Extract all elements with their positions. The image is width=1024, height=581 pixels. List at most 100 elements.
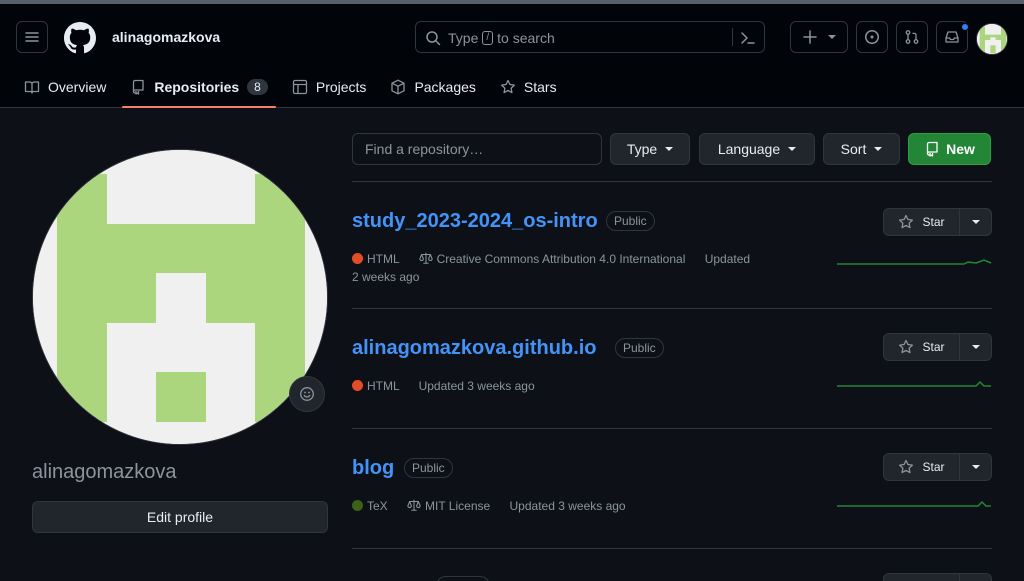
activity-sparkline — [837, 380, 991, 387]
star-label: Star — [922, 340, 945, 354]
visibility-badge-partial — [436, 576, 490, 581]
repo-language: HTML — [367, 379, 400, 393]
new-repository-label: New — [946, 141, 975, 157]
new-repository-button[interactable]: New — [908, 133, 991, 165]
repo-icon — [133, 79, 145, 95]
star-list-dropdown[interactable] — [960, 574, 991, 581]
star-icon — [899, 459, 914, 474]
set-status-button[interactable] — [289, 376, 325, 412]
repo-license: Creative Commons Attribution 4.0 Interna… — [418, 252, 686, 266]
list-divider — [352, 308, 992, 309]
header-username[interactable]: alinagomazkova — [112, 29, 220, 45]
profile-tabs: Overview Repositories 8 Projects Package… — [16, 70, 573, 110]
search-shortcut-key: / — [482, 31, 494, 45]
tab-projects-label: Projects — [315, 79, 367, 95]
sort-filter-label: Sort — [840, 141, 867, 157]
issues-button[interactable] — [856, 21, 888, 53]
star-list-dropdown[interactable] — [960, 209, 991, 235]
smiley-icon — [300, 387, 314, 401]
triangle-down-icon — [874, 147, 883, 151]
tab-stars[interactable]: Stars — [492, 70, 565, 104]
tab-repositories-label: Repositories — [154, 79, 240, 95]
search-prefix: Type — [448, 30, 479, 46]
language-color-dot — [352, 500, 363, 511]
repo-license-text: MIT License — [425, 499, 491, 513]
star-icon — [500, 79, 515, 94]
star-label: Star — [922, 215, 945, 229]
star-label: Star — [922, 460, 945, 474]
star-button[interactable]: Star — [883, 208, 992, 236]
repo-license-text: Creative Commons Attribution 4.0 Interna… — [436, 252, 686, 266]
triangle-down-icon — [788, 147, 797, 151]
user-avatar[interactable] — [976, 23, 1008, 55]
triangle-down-icon — [665, 147, 674, 151]
issue-opened-icon — [865, 30, 879, 44]
github-logo-icon[interactable] — [64, 22, 96, 57]
star-button[interactable]: Star — [883, 453, 992, 481]
visibility-badge: Public — [404, 458, 453, 478]
hamburger-icon — [25, 32, 39, 42]
repo-icon — [926, 141, 938, 157]
star-list-dropdown[interactable] — [960, 454, 991, 480]
notification-dot — [961, 23, 969, 31]
tab-repositories[interactable]: Repositories 8 — [122, 70, 276, 108]
visibility-badge: Public — [615, 338, 664, 358]
type-filter-button[interactable]: Type — [610, 133, 690, 165]
repo-name-link[interactable]: study_2023-2024_os-intro — [352, 210, 598, 233]
star-action[interactable]: Star — [884, 209, 960, 235]
list-divider — [352, 548, 992, 549]
repo-name-link[interactable]: alinagomazkova.github.io — [352, 337, 596, 360]
triangle-down-icon — [971, 345, 980, 349]
identicon-small — [977, 24, 1007, 54]
activity-sparkline — [837, 259, 992, 265]
sort-filter-button[interactable]: Sort — [823, 133, 900, 165]
star-action[interactable]: Star — [884, 454, 960, 480]
star-icon — [899, 339, 914, 354]
tab-packages-label: Packages — [414, 79, 476, 95]
activity-sparkline — [837, 500, 991, 507]
find-repository-input[interactable] — [352, 133, 602, 165]
global-header: alinagomazkova Type / to search Overview… — [0, 4, 1024, 108]
tab-overview-label: Overview — [48, 79, 107, 95]
repo-updated: Updated 3 weeks ago — [509, 499, 626, 513]
identicon-large — [33, 150, 327, 444]
command-palette-icon[interactable] — [740, 30, 756, 46]
triangle-down-icon — [828, 35, 836, 39]
triangle-down-icon — [971, 465, 980, 469]
search-divider — [732, 28, 733, 46]
tab-projects[interactable]: Projects — [284, 70, 375, 104]
repo-license: MIT License — [407, 499, 490, 513]
star-action[interactable]: Star — [884, 334, 960, 360]
repo-meta: HTML Updated 3 weeks ago — [352, 377, 535, 395]
create-new-button[interactable] — [790, 21, 848, 53]
tab-packages[interactable]: Packages — [382, 70, 483, 104]
repo-language: TeX — [367, 499, 388, 513]
repo-language: HTML — [367, 252, 400, 266]
language-filter-button[interactable]: Language — [699, 133, 815, 165]
repo-updated: Updated 3 weeks ago — [418, 379, 535, 393]
repo-name-link[interactable]: blog — [352, 457, 394, 480]
repo-meta: TeX MIT License Updated 3 weeks ago — [352, 497, 626, 515]
star-action[interactable] — [884, 574, 960, 581]
pull-requests-button[interactable] — [896, 21, 928, 53]
repo-updated-time: 2 weeks ago — [352, 270, 420, 284]
star-list-dropdown[interactable] — [960, 334, 991, 360]
inbox-icon — [945, 31, 959, 43]
language-color-dot — [352, 380, 363, 391]
visibility-badge: Public — [606, 211, 655, 231]
tab-stars-label: Stars — [523, 79, 557, 95]
profile-login: alinagomazkova — [32, 461, 177, 483]
repo-meta: HTML Creative Commons Attribution 4.0 In… — [352, 250, 822, 286]
edit-profile-button[interactable]: Edit profile — [32, 501, 328, 533]
tab-overview[interactable]: Overview — [16, 70, 114, 104]
search-input[interactable]: Type / to search — [415, 21, 765, 53]
language-color-dot — [352, 253, 363, 264]
profile-avatar[interactable] — [32, 149, 328, 445]
star-button[interactable]: Star — [883, 333, 992, 361]
menu-button[interactable] — [16, 21, 48, 53]
repo-updated-label: Updated — [704, 252, 751, 266]
triangle-down-icon — [971, 220, 980, 224]
search-suffix: to search — [497, 30, 555, 46]
git-pull-request-icon — [905, 30, 919, 44]
star-button-partial[interactable] — [883, 573, 992, 581]
